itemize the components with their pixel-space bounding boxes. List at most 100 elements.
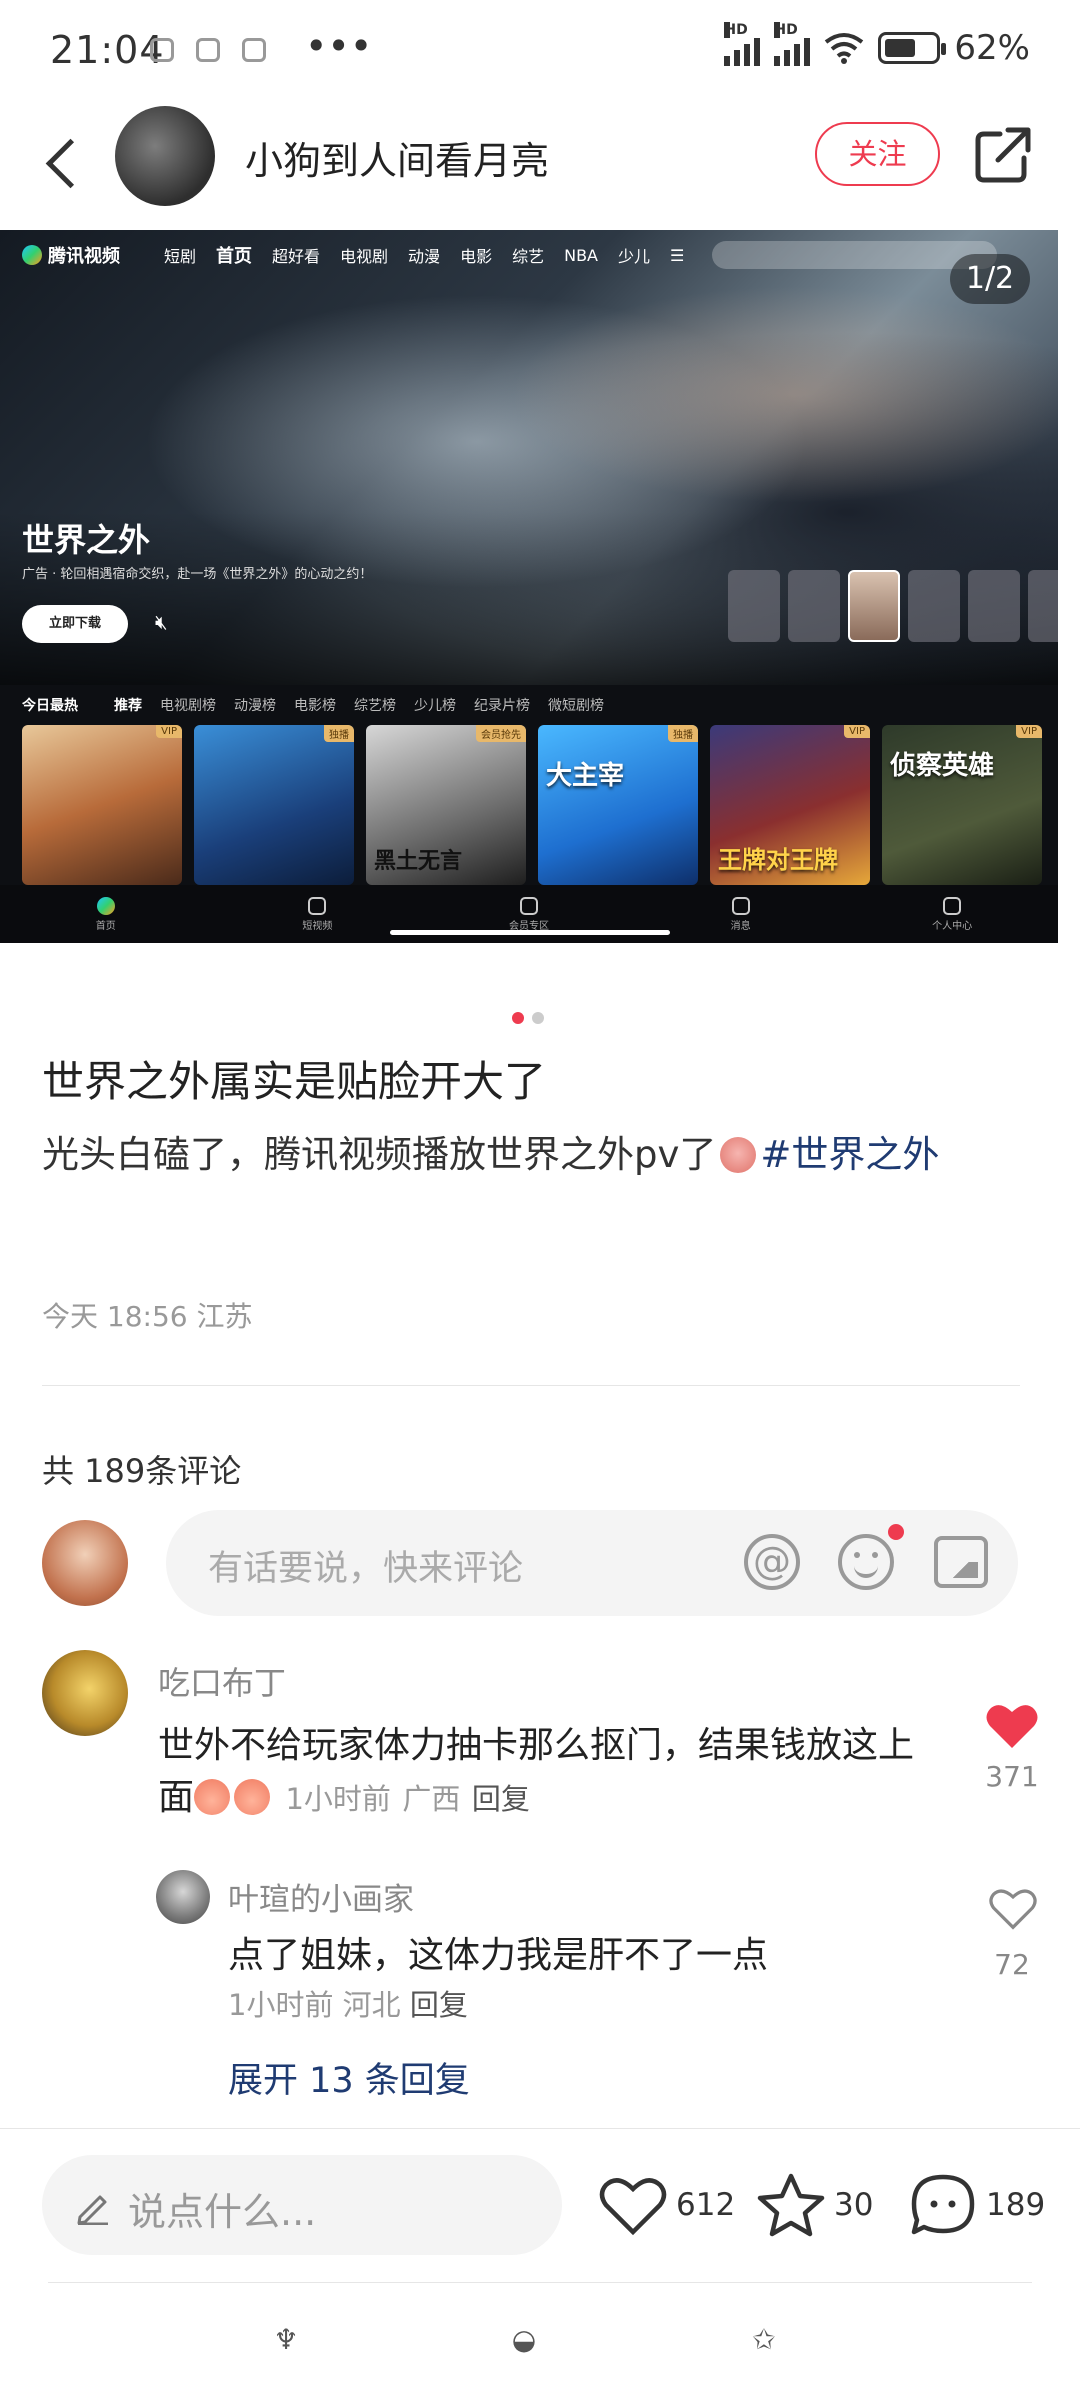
app-notification-icon (242, 38, 266, 62)
thumbnail (908, 570, 960, 642)
poster: 独播 大主宰 (538, 725, 698, 885)
thumbnail (788, 570, 840, 642)
reply-location: 河北 (342, 1988, 401, 2022)
reply-user-name[interactable]: 叶瑄的小画家 (228, 1874, 414, 1919)
heart-filled-icon (986, 1705, 1038, 1748)
hashtag-link[interactable]: #世界之外 (760, 1133, 939, 1176)
poster: VIP (22, 725, 182, 885)
thumbnail (1028, 570, 1058, 642)
bottom-comment-input[interactable]: 说点什么... (42, 2155, 562, 2255)
tv-nav-item: 动漫 (408, 247, 441, 266)
heart-outline-icon (599, 2178, 667, 2236)
poster: VIP 侦察英雄 (882, 725, 1042, 885)
tv-nav-item: 电视剧 (340, 247, 389, 266)
tv-nav-item: NBA (564, 245, 598, 265)
comment-like-button[interactable] (985, 1700, 1039, 1750)
thumbnail-active (848, 570, 900, 642)
crying-emoji-icon (720, 1137, 757, 1173)
post-body-text: 光头白磕了，腾讯视频播放世界之外pv了 (42, 1133, 717, 1176)
comment-button[interactable]: 189 (908, 2170, 1045, 2240)
nav-recents-icon[interactable]: ♆ (270, 2324, 302, 2356)
video-icon (308, 896, 327, 915)
reply-text: 点了姐妹，这体力我是肝不了一点 (228, 1935, 769, 1976)
post-meta: 今天 18:56 江苏 (42, 1300, 253, 1333)
comment-bubble-icon (911, 2174, 975, 2235)
expand-replies-link[interactable]: 展开 13 条回复 (228, 2052, 470, 2103)
poster-row: VIP 独播 会员抢先 黑土无言 独播 大主宰 VIP 王牌对王牌 VIP 侦察英雄 (0, 725, 1058, 895)
comment-input-placeholder: 有话要说，快来评论 (208, 1549, 524, 1589)
tv-topbar: 腾讯视频 短剧 首页 超好看 电视剧 动漫 电影 综艺 NBA 少儿 ☰ (0, 230, 1058, 280)
back-button[interactable] (35, 128, 95, 198)
image-icon[interactable] (934, 1536, 988, 1588)
commenter-avatar[interactable] (42, 1650, 128, 1736)
poster: VIP 王牌对王牌 (710, 725, 870, 885)
tv-nav-item: 少儿 (617, 247, 650, 266)
carousel-dot-active (512, 1012, 524, 1024)
image-home-indicator (390, 930, 670, 935)
reply-like-count: 72 (994, 1948, 1030, 1981)
image-counter: 1/2 (950, 254, 1030, 304)
collect-button[interactable]: 30 (756, 2170, 873, 2240)
post-title: 世界之外属实是贴脸开大了 (42, 1057, 547, 1106)
show-subtitle: 广告 · 轮回相遇宿命交织，赴一场《世界之外》的心动之约！ (22, 567, 373, 582)
battery-level: 62% (954, 28, 1030, 68)
post-image-carousel[interactable]: 腾讯视频 短剧 首页 超好看 电视剧 动漫 电影 综艺 NBA 少儿 ☰ 1/2… (0, 230, 1058, 943)
comment-total-count: 189 (986, 2187, 1046, 2223)
tv-tab: 消息 (681, 896, 801, 932)
reply-meta: 1小时前 河北 回复 (228, 1982, 468, 2024)
show-title: 世界之外 (22, 521, 151, 559)
author-name[interactable]: 小狗到人间看月亮 (245, 130, 549, 185)
comment-location: 广西 (402, 1782, 461, 1816)
my-avatar (42, 1520, 128, 1606)
wifi-icon (825, 33, 864, 64)
signal-icon: HD (724, 22, 761, 66)
tv-menu-icon: ☰ (670, 245, 685, 265)
comment-input[interactable]: 有话要说，快来评论 @ (166, 1510, 1018, 1616)
like-count: 612 (676, 2187, 736, 2223)
follow-button[interactable]: 关注 (815, 122, 940, 186)
reply-button[interactable]: 回复 (410, 1988, 468, 2022)
more-notifications-icon: ••• (305, 24, 373, 68)
rank-hot-label: 今日最热 (22, 698, 78, 714)
rank-bar: 今日最热 推荐 电视剧榜 动漫榜 电影榜 综艺榜 少儿榜 纪录片榜 微短剧榜 (0, 685, 1058, 725)
heart-outline-icon (989, 1889, 1037, 1930)
divider (48, 2282, 1032, 2283)
bottom-input-placeholder: 说点什么... (128, 2190, 317, 2234)
notification-icons (150, 38, 266, 62)
tencent-video-logo-icon (22, 245, 42, 265)
mention-icon[interactable]: @ (744, 1534, 800, 1590)
reply-avatar[interactable] (156, 1870, 210, 1924)
tv-nav-item: 短剧 (164, 247, 197, 266)
tv-tab: 会员专区 (469, 896, 589, 932)
nav-home-icon[interactable]: ◒ (508, 2324, 540, 2356)
reply-button[interactable]: 回复 (472, 1782, 530, 1816)
tv-tab: 短视频 (257, 896, 377, 932)
rank-tab: 电影榜 (294, 698, 336, 714)
app-notification-icon (196, 38, 220, 62)
author-avatar[interactable] (115, 106, 215, 206)
commenter-name[interactable]: 吃口布丁 (158, 1658, 286, 1704)
comment-text: 世外不给玩家体力抽卡那么抠门，结果钱放这上面 1小时前 广西 回复 (158, 1725, 915, 1818)
tv-nav-item: 综艺 (512, 247, 545, 266)
share-icon (975, 127, 1031, 183)
tv-nav-item: 电影 (460, 247, 493, 266)
system-nav-bar: ♆ ◒ ✩ (0, 2310, 1080, 2370)
carousel-dots (512, 1012, 544, 1024)
peach-emoji-icon (234, 1779, 271, 1815)
rank-tab: 动漫榜 (234, 698, 276, 714)
nav-back-icon[interactable]: ✩ (748, 2324, 780, 2356)
reply-like-button[interactable] (988, 1885, 1038, 1931)
poster: 独播 (194, 725, 354, 885)
comment-time: 1小时前 (285, 1782, 391, 1816)
like-button[interactable]: 612 (598, 2170, 735, 2240)
tv-tab: 个人中心 (892, 896, 1012, 932)
rank-tab: 微短剧榜 (548, 698, 604, 714)
poster: 会员抢先 黑土无言 (366, 725, 526, 885)
share-button[interactable] (972, 120, 1032, 186)
profile-icon (943, 896, 962, 915)
divider (0, 2128, 1080, 2129)
comment-count: 共 189条评论 (42, 1452, 242, 1490)
rank-tab: 综艺榜 (354, 698, 396, 714)
emoji-icon[interactable] (838, 1534, 894, 1590)
tv-nav-item: 超好看 (272, 247, 321, 266)
